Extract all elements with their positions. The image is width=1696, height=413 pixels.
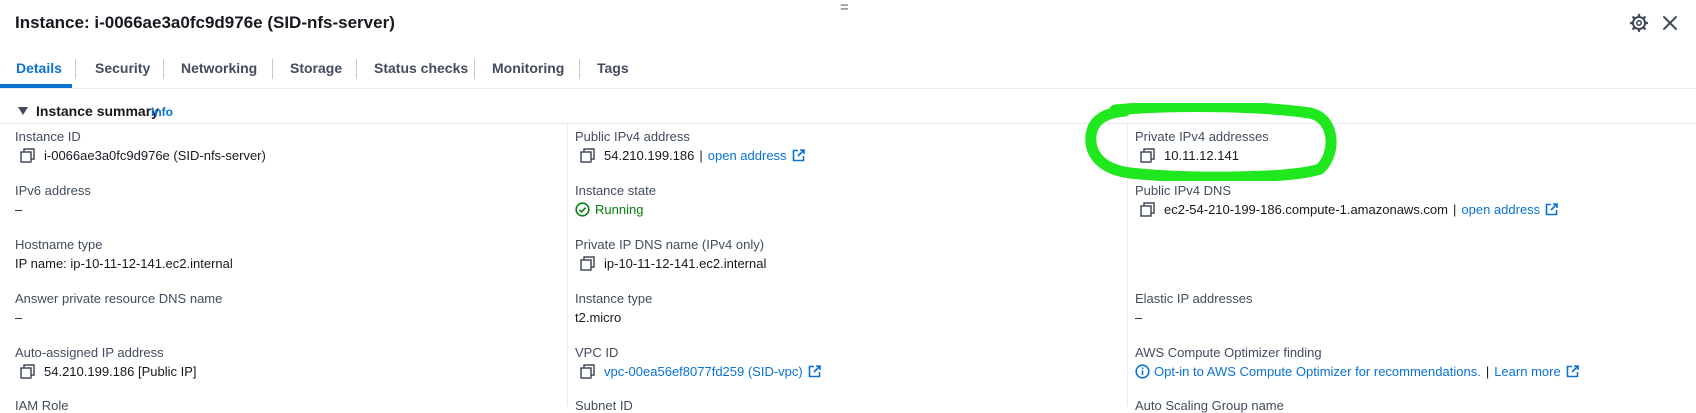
instance-state-value: Running (575, 202, 643, 217)
tab-divider (272, 59, 273, 79)
ipv6-label: IPv6 address (15, 183, 91, 198)
ipv6-value: – (15, 202, 23, 217)
auto-ip-value: 54.210.199.186 [Public IP] (20, 364, 197, 379)
elastic-ip-value: – (1135, 310, 1143, 325)
auto-ip-label: Auto-assigned IP address (15, 345, 164, 360)
tab-tags[interactable]: Tags (597, 50, 629, 88)
close-icon[interactable] (1660, 13, 1680, 33)
separator: | (1485, 364, 1490, 379)
tab-details[interactable]: Details (16, 50, 62, 88)
private-ipv4-label: Private IPv4 addresses (1135, 129, 1269, 144)
external-link-icon[interactable] (792, 149, 805, 162)
copy-icon[interactable] (580, 364, 595, 379)
external-link-icon[interactable] (1566, 365, 1579, 378)
instance-state-text: Running (595, 202, 644, 217)
tab-status-checks[interactable]: Status checks (374, 50, 468, 88)
external-link-icon[interactable] (808, 365, 821, 378)
tab-divider (579, 59, 580, 79)
instance-type-label: Instance type (575, 291, 653, 306)
copy-icon[interactable] (1140, 148, 1155, 163)
gear-icon[interactable] (1629, 13, 1649, 33)
answer-dns-value: – (15, 310, 23, 325)
info-icon (1135, 364, 1150, 379)
tab-divider (75, 59, 76, 79)
public-dns-value: ec2-54-210-199-186.compute-1.amazonaws.c… (1140, 202, 1558, 217)
public-ipv4-value: 54.210.199.186 | open address (580, 148, 805, 163)
instance-state-label: Instance state (575, 183, 656, 198)
optimizer-label: AWS Compute Optimizer finding (1135, 345, 1322, 360)
tab-bar: Details Security Networking Storage Stat… (0, 50, 1696, 89)
external-link-icon[interactable] (1545, 203, 1558, 216)
tab-monitoring[interactable]: Monitoring (492, 50, 564, 88)
private-ipv4-text: 10.11.12.141 (1164, 148, 1239, 163)
resize-handle[interactable]: = (840, 0, 849, 15)
vpc-id-link[interactable]: vpc-00ea56ef8077fd259 (SID-vpc) (604, 364, 803, 379)
instance-id-text: i-0066ae3a0fc9d976e (SID-nfs-server) (44, 148, 266, 163)
tab-security[interactable]: Security (95, 50, 150, 88)
info-link[interactable]: Info (151, 105, 173, 119)
instance-id-label: Instance ID (15, 129, 81, 144)
tab-storage[interactable]: Storage (290, 50, 342, 88)
answer-dns-label: Answer private resource DNS name (15, 291, 223, 306)
success-check-icon (575, 202, 590, 217)
hostname-type-label: Hostname type (15, 237, 103, 252)
copy-icon[interactable] (580, 148, 595, 163)
vpc-id-value: vpc-00ea56ef8077fd259 (SID-vpc) (580, 364, 821, 379)
column-divider (1127, 124, 1128, 406)
column-divider (567, 124, 568, 406)
public-dns-text: ec2-54-210-199-186.compute-1.amazonaws.c… (1164, 202, 1448, 217)
hostname-type-value: IP name: ip-10-11-12-141.ec2.internal (15, 256, 233, 271)
tab-divider (163, 59, 164, 79)
optimizer-value: Opt-in to AWS Compute Optimizer for reco… (1135, 364, 1579, 379)
separator: | (1453, 202, 1457, 217)
copy-icon[interactable] (580, 256, 595, 271)
tab-divider (356, 59, 357, 79)
private-ipv4-value: 10.11.12.141 (1140, 148, 1239, 163)
separator: | (699, 148, 703, 163)
private-dns-text: ip-10-11-12-141.ec2.internal (604, 256, 767, 271)
elastic-ip-label: Elastic IP addresses (1135, 291, 1253, 306)
copy-icon[interactable] (1140, 202, 1155, 217)
caret-down-icon (18, 107, 28, 115)
private-dns-value: ip-10-11-12-141.ec2.internal (580, 256, 766, 271)
public-ipv4-label: Public IPv4 address (575, 129, 690, 144)
copy-icon[interactable] (20, 364, 35, 379)
page-title: Instance: i-0066ae3a0fc9d976e (SID-nfs-s… (15, 13, 395, 32)
instance-type-value: t2.micro (575, 310, 622, 325)
copy-icon[interactable] (20, 148, 35, 163)
optimizer-optin-link[interactable]: Opt-in to AWS Compute Optimizer for reco… (1154, 364, 1481, 379)
instance-id-value: i-0066ae3a0fc9d976e (SID-nfs-server) (20, 148, 266, 163)
public-ipv4-text: 54.210.199.186 (604, 148, 695, 163)
public-dns-label: Public IPv4 DNS (1135, 183, 1232, 198)
private-dns-label: Private IP DNS name (IPv4 only) (575, 237, 765, 252)
open-address-link[interactable]: open address (1461, 202, 1540, 217)
vpc-id-label: VPC ID (575, 345, 619, 360)
panel-header: Instance: i-0066ae3a0fc9d976e (SID-nfs-s… (0, 0, 1696, 48)
section-toggle[interactable]: Instance summary (18, 103, 159, 119)
open-address-link[interactable]: open address (708, 148, 787, 163)
auto-ip-text: 54.210.199.186 [Public IP] (44, 364, 197, 379)
section-title: Instance summary (36, 103, 159, 119)
active-tab-indicator (0, 84, 72, 88)
tab-divider (474, 59, 475, 79)
learn-more-link[interactable]: Learn more (1494, 364, 1560, 379)
tab-networking[interactable]: Networking (181, 50, 257, 88)
divider (0, 123, 1696, 124)
